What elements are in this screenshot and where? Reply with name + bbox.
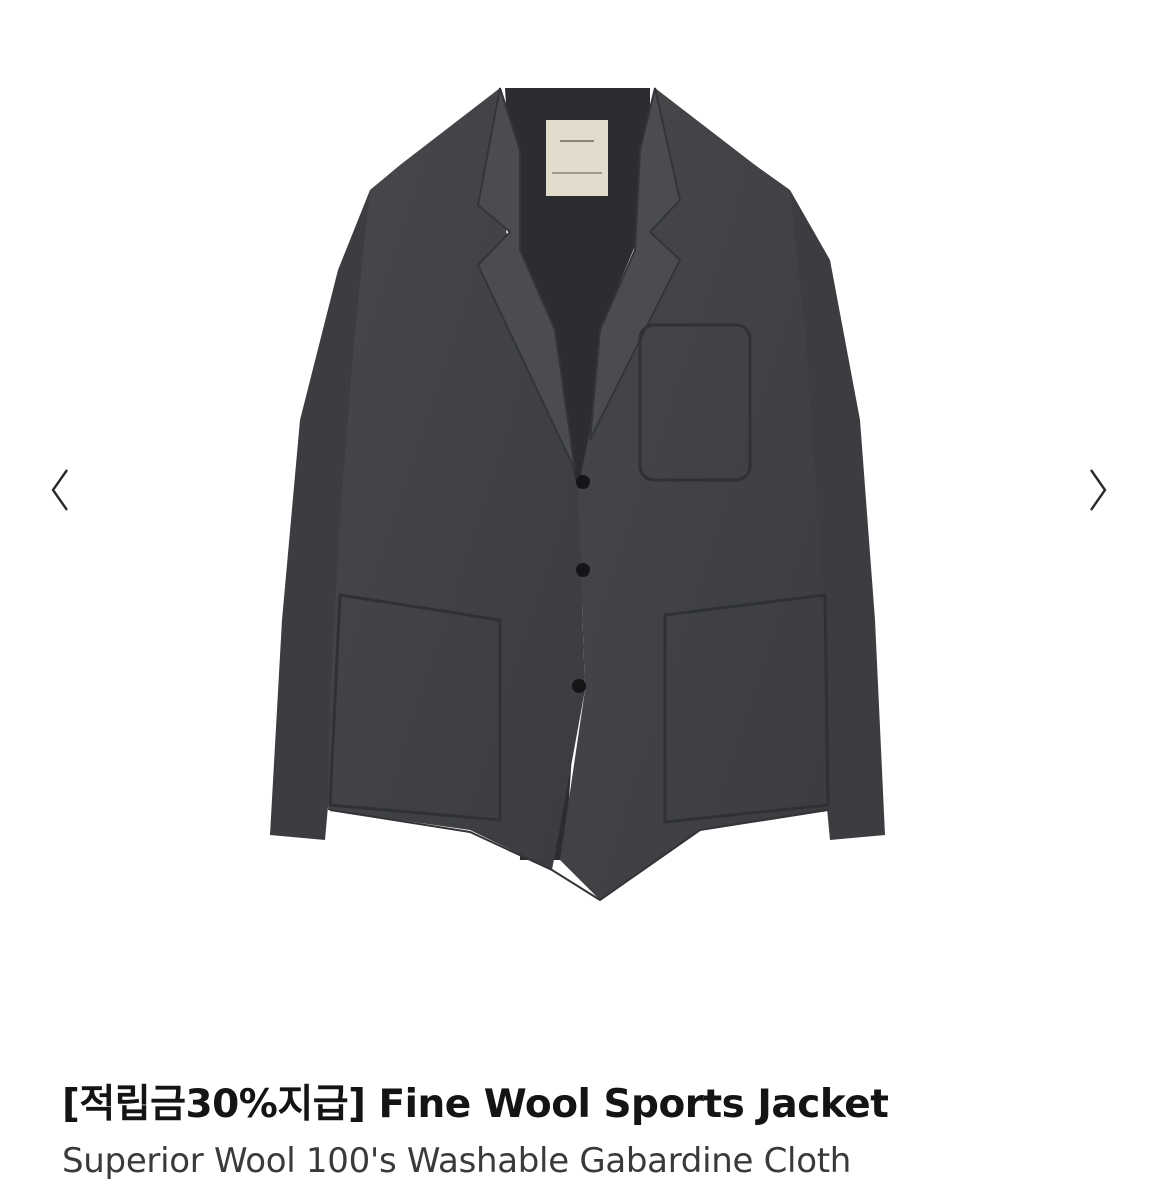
previous-image-button[interactable] [30, 460, 90, 520]
chevron-right-icon [1090, 469, 1107, 511]
product-info: [적립금30%지급] Fine Wool Sports Jacket Super… [62, 1076, 1122, 1184]
next-image-button[interactable] [1068, 460, 1128, 520]
chevron-left-icon [51, 469, 68, 511]
product-title: [적립금30%지급] Fine Wool Sports Jacket [62, 1082, 889, 1127]
product-subtitle: Superior Wool 100's Washable Gabardine C… [62, 1141, 851, 1181]
product-image [270, 87, 885, 902]
product-image-gallery [0, 0, 1157, 1060]
